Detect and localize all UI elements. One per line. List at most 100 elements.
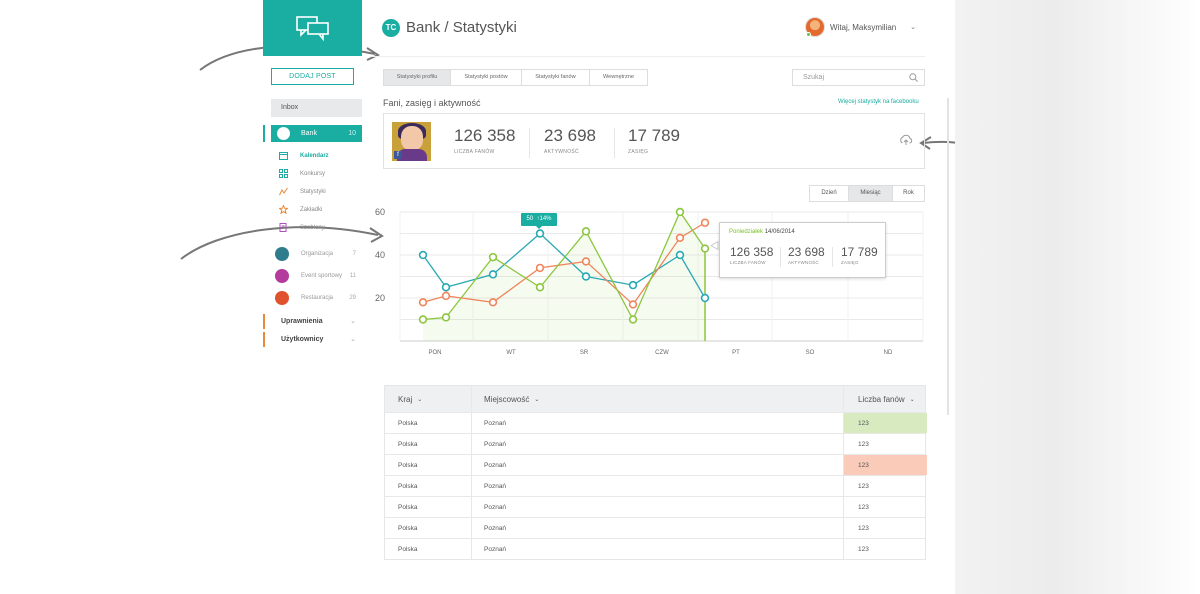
search-input[interactable]: Szukaj — [792, 69, 925, 86]
organizacja-label: Organizacja — [301, 251, 334, 257]
period-year-button[interactable]: Rok — [893, 186, 924, 201]
tooltip-stat-activity: 23 698 AKTYWNOŚĆ — [788, 245, 825, 265]
sidebar-item-konkursy[interactable]: Konkursy — [279, 168, 362, 180]
sidebar-item-inbox[interactable]: Inbox — [271, 99, 362, 117]
cell-kraj: Polska — [398, 545, 418, 553]
sidebar-item-kalendarz[interactable]: Kalendarz — [279, 150, 362, 162]
facebook-stats-link[interactable]: Więcej statystyk na facebooku — [838, 99, 919, 105]
chat-bubbles-icon — [295, 16, 329, 41]
table-row[interactable]: Polska Poznań 123 — [385, 454, 927, 475]
sidebar-section-uprawnienia[interactable]: Uprawnienia ⌄ — [271, 315, 362, 329]
x-tick-label: SR — [580, 350, 589, 356]
table-body: Polska Poznań 123 Polska Poznań 123 Polska Pozn… — [385, 412, 927, 559]
chevron-down-icon: ⌄ — [909, 396, 915, 403]
restauracja-label: Restauracja — [301, 295, 334, 301]
konkursy-label: Konkursy — [300, 171, 326, 177]
y-tick-label: 60 — [375, 207, 385, 217]
app-logo[interactable] — [263, 0, 362, 56]
tooltip-reach-value: 17 789 — [841, 245, 878, 259]
user-menu[interactable]: Witaj, Maksymilian ⌄ — [805, 17, 920, 39]
tooltip-stat-fans: 126 358 LICZBA FANÓW — [730, 245, 773, 265]
szablony-label: Szablony — [300, 225, 325, 231]
user-greeting: Witaj, Maksymilian — [830, 23, 897, 32]
peak-value: 50 — [526, 216, 534, 222]
data-point — [581, 272, 591, 281]
tab-statystyki-fanow[interactable]: Statystyki fanów — [522, 70, 590, 85]
column-header-liczba-fanow[interactable]: Liczba fanów ⌄ — [843, 386, 927, 412]
column-header-kraj[interactable]: Kraj ⌄ — [385, 386, 471, 412]
sidebar-section-uzytkownicy[interactable]: Użytkownicy ⌄ — [271, 333, 362, 347]
kraj-header-label: Kraj — [398, 394, 413, 404]
search-icon — [909, 73, 918, 82]
event-sportowy-avatar — [275, 269, 289, 283]
y-tick-label: 20 — [375, 293, 385, 303]
tab-statystyki-postow[interactable]: Statystyki postów — [451, 70, 522, 85]
cell-kraj: Polska — [398, 482, 418, 490]
sidebar-page-restauracja[interactable]: Restauracja 29 — [275, 291, 362, 305]
tooltip-separator — [780, 247, 781, 267]
template-icon — [279, 223, 287, 232]
column-header-miejscowosc[interactable]: Miejscowość ⌄ — [471, 386, 843, 412]
sidebar-page-organizacja[interactable]: Organizacja 7 — [275, 247, 362, 261]
tooltip-day: Poniedziałek — [729, 229, 764, 235]
data-point — [441, 283, 451, 292]
scrollbar[interactable] — [947, 98, 949, 415]
sidebar-item-statystyki[interactable]: Statystyki — [279, 186, 362, 198]
cell-kraj: Polska — [398, 440, 418, 448]
add-post-button[interactable]: DODAJ POST — [271, 68, 354, 85]
chevron-down-icon: ⌄ — [534, 396, 540, 403]
sidebar-page-event-sportowy[interactable]: Event sportowy 11 — [275, 269, 362, 283]
tooltip-separator — [832, 247, 833, 267]
kalendarz-label: Kalendarz — [300, 153, 329, 159]
sidebar-item-zakladki[interactable]: Zakładki — [279, 204, 362, 216]
data-point — [441, 291, 451, 301]
chevron-down-icon: ⌄ — [910, 24, 916, 31]
tab-wewnetrzne[interactable]: Wewnętrzne — [590, 70, 647, 85]
table-row[interactable]: Polska Poznań 123 — [385, 412, 927, 433]
data-point — [441, 313, 451, 322]
period-day-button[interactable]: Dzień — [810, 186, 849, 201]
cell-kraj: Polska — [398, 461, 418, 469]
data-point — [675, 250, 685, 260]
cell-liczba-fanow: 123 — [843, 413, 927, 433]
cell-liczba-fanow: 123 — [843, 518, 927, 538]
table-row[interactable]: Polska Poznań 123 — [385, 475, 925, 496]
online-status-icon — [806, 32, 811, 37]
bank-label: Bank — [301, 130, 317, 137]
stat-fans-label: LICZBA FANÓW — [454, 149, 495, 155]
bank-count: 10 — [348, 130, 356, 137]
tooltip-date: Poniedziałek 14/06/2014 — [729, 229, 795, 235]
data-point — [700, 218, 710, 227]
table-row[interactable]: Polska Poznań 123 — [385, 496, 925, 517]
data-point — [700, 293, 710, 303]
page-title: TC Bank / Statystyki — [382, 18, 517, 38]
calendar-icon — [279, 152, 288, 160]
cell-liczba-fanow: 123 — [843, 476, 927, 496]
stat-reach-label: ZASIĘG — [628, 149, 649, 155]
table-row[interactable]: Polska Poznań 123 — [385, 517, 925, 538]
sidebar-item-szablony[interactable]: Szablony — [279, 222, 362, 234]
stat-reach-value: 17 789 — [628, 126, 680, 145]
cell-liczba-fanow: 123 — [843, 434, 927, 454]
cell-miejscowosc: Poznań — [471, 539, 843, 559]
cell-miejscowosc: Poznań — [471, 476, 843, 496]
tab-statystyki-profilu[interactable]: Statystyki profilu — [384, 70, 451, 85]
event-sportowy-label: Event sportowy — [301, 273, 343, 279]
x-tick-label: SO — [806, 350, 815, 356]
table-row[interactable]: Polska Poznań 123 — [385, 538, 925, 559]
organizacja-avatar — [275, 247, 289, 261]
cell-kraj: Polska — [398, 503, 418, 511]
x-tick-label: WT — [506, 350, 516, 356]
table-row[interactable]: Polska Poznań 123 — [385, 433, 925, 454]
brand-logo: TC — [382, 19, 400, 37]
cell-liczba-fanow: 123 — [843, 497, 927, 517]
statystyki-label: Statystyki — [300, 189, 326, 195]
miejscowosc-header-label: Miejscowość — [484, 394, 530, 404]
restauracja-count: 29 — [349, 295, 356, 301]
period-month-button[interactable]: Miesiąc — [849, 186, 893, 201]
uzytkownicy-accent-bar — [263, 332, 265, 347]
data-point — [628, 300, 638, 309]
sidebar-item-bank[interactable]: Bank 10 — [271, 125, 362, 142]
data-point — [675, 233, 685, 242]
cloud-upload-icon[interactable] — [899, 134, 913, 146]
